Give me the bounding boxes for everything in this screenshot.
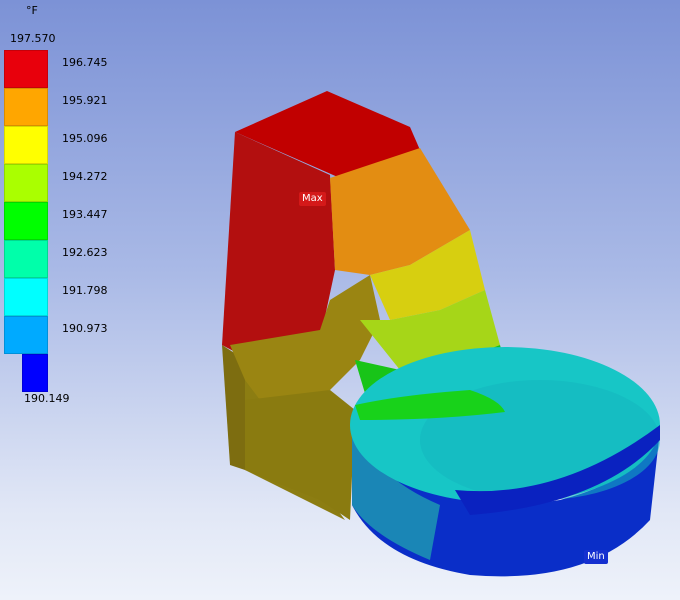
- legend-swatch: [4, 278, 48, 316]
- legend-tick-label: 193.447: [62, 208, 108, 221]
- legend-unit: °F: [26, 4, 38, 17]
- min-probe-label[interactable]: Min: [584, 550, 608, 564]
- legend-swatch: [4, 126, 48, 164]
- legend-swatch: [4, 50, 48, 88]
- legend-tick-label: 190.973: [62, 322, 108, 335]
- legend-tick-label: 191.798: [62, 284, 108, 297]
- legend-tick-label: 195.096: [62, 132, 108, 145]
- legend-swatch: [4, 202, 48, 240]
- legend-tick-label: 196.745: [62, 56, 108, 69]
- legend-min-value: 190.149: [24, 392, 70, 405]
- legend-swatch: [4, 164, 48, 202]
- graphics-viewport[interactable]: °F 197.570 190.149 196.745 195.921 195.096…: [0, 0, 680, 600]
- legend-swatch: [4, 240, 48, 278]
- legend-tick-label: 195.921: [62, 94, 108, 107]
- legend-tick-label: 192.623: [62, 246, 108, 259]
- legend-swatch: [22, 354, 48, 392]
- block-lower: [245, 390, 355, 520]
- legend-swatch: [4, 88, 48, 126]
- legend-max-value: 197.570: [10, 32, 56, 45]
- thermal-model-render[interactable]: [0, 0, 680, 600]
- legend-tick-label: 194.272: [62, 170, 108, 183]
- max-probe-label[interactable]: Max: [299, 192, 326, 206]
- legend-swatch: [4, 316, 48, 354]
